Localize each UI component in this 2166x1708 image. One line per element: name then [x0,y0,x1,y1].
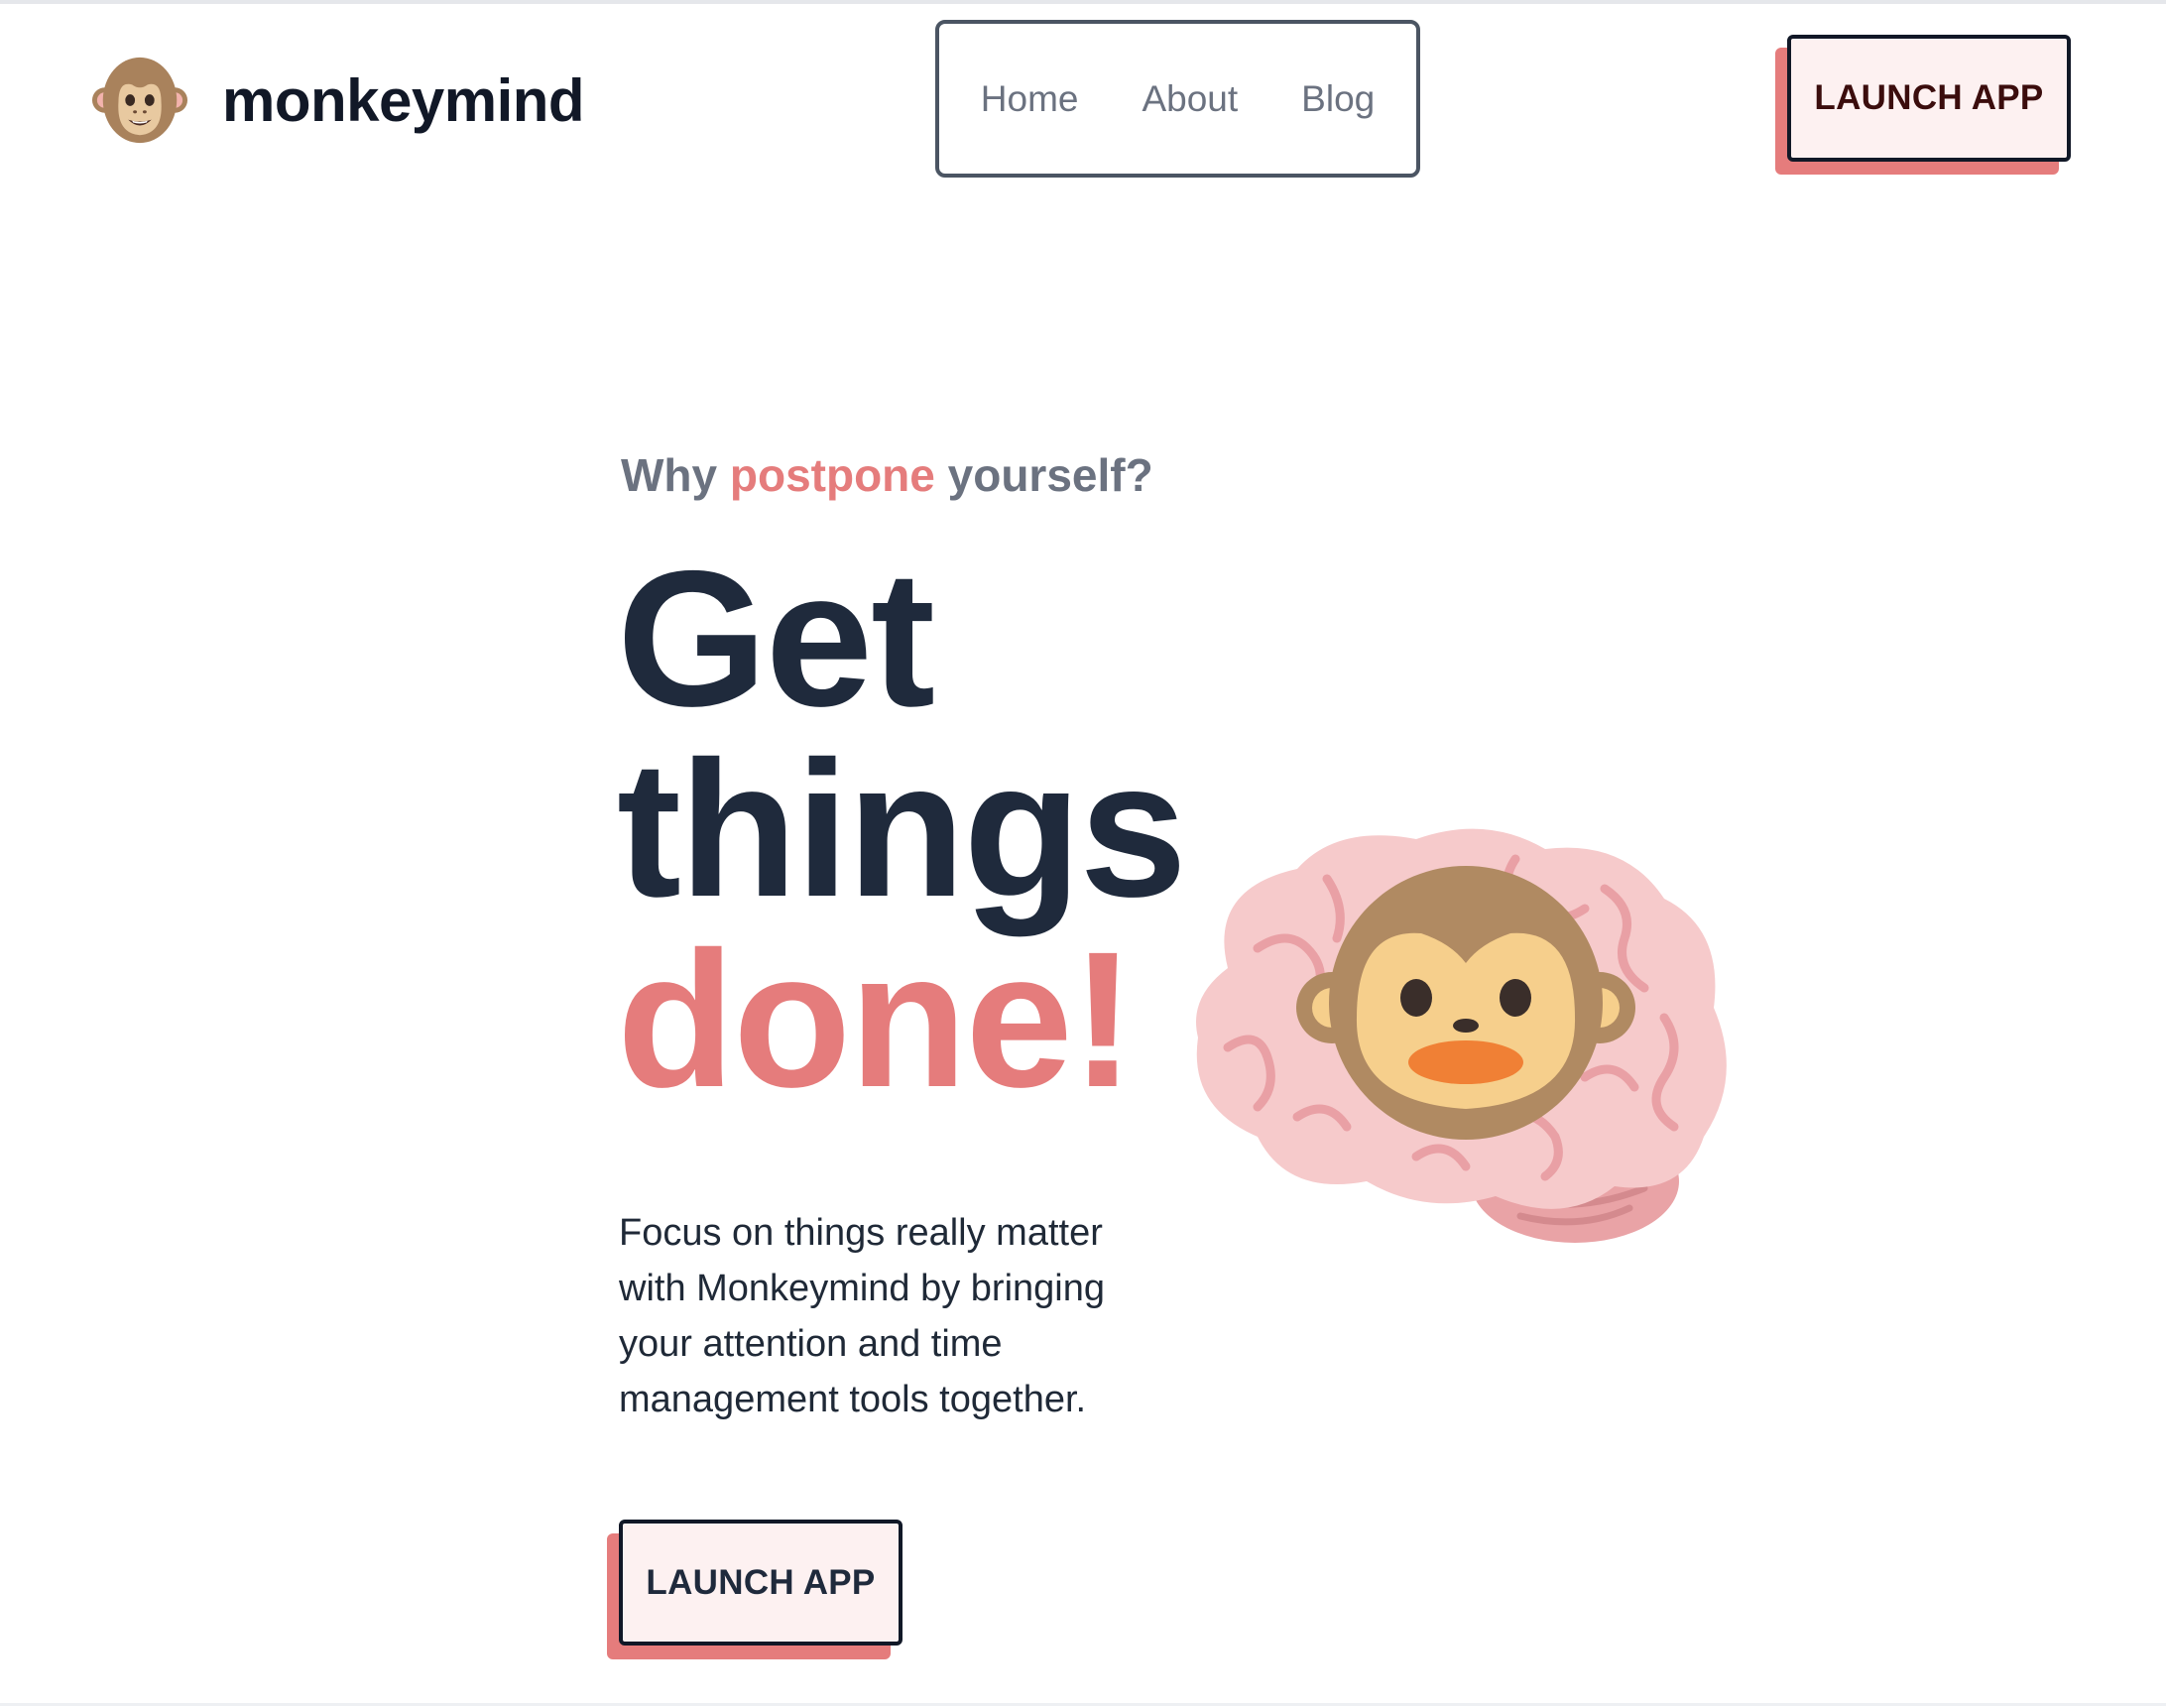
nav-home-link[interactable]: Home [981,78,1079,120]
eyebrow-text-before: Why [621,449,718,501]
header-launch-app: LAUNCH APP [1775,35,2073,183]
headline-line-2: things [617,721,1187,937]
headline-line-3: done! [617,912,1136,1128]
hero-eyebrow: Why postpone yourself? [621,448,1153,502]
eyebrow-text-after: yourself? [947,449,1153,501]
eyebrow-accent-text: postpone [729,449,935,501]
nav-about-link[interactable]: About [1142,78,1238,120]
hero-headline: Get things done! [617,531,1187,1128]
monkey-face-icon [91,57,188,144]
main-nav: Home About Blog [935,20,1420,178]
brand[interactable]: monkeymind [91,52,585,149]
monkey-brain-icon [1196,828,1727,1243]
hero-launch-app: LAUNCH APP [607,1520,904,1663]
headline-line-1: Get [617,531,935,747]
brand-name: monkeymind [222,66,585,134]
bottom-divider [0,1703,2166,1706]
hero-description: Focus on things really matter with Monke… [619,1212,1106,1420]
top-divider [0,0,2166,4]
header-launch-app-button[interactable]: LAUNCH APP [1787,35,2071,162]
nav-blog-link[interactable]: Blog [1301,78,1375,120]
hero-launch-app-button[interactable]: LAUNCH APP [619,1520,902,1646]
